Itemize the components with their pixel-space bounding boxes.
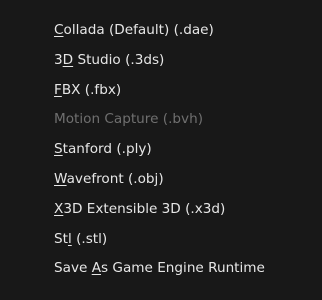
menu-item-motion-capture: Motion Capture (.bvh) — [0, 105, 322, 135]
export-submenu: Collada (Default) (.dae) 3D Studio (.3ds… — [0, 0, 322, 300]
menu-item-label: Stl (.stl) — [54, 230, 108, 247]
menu-item-label: Wavefront (.obj) — [54, 170, 164, 187]
menu-item-label: Stanford (.ply) — [54, 141, 152, 158]
menu-item-stanford[interactable]: Stanford (.ply) — [0, 135, 322, 165]
menu-item-3d-studio[interactable]: 3D Studio (.3ds) — [0, 46, 322, 76]
menu-item-label: X3D Extensible 3D (.x3d) — [54, 200, 226, 217]
menu-item-label: FBX (.fbx) — [54, 81, 122, 98]
menu-item-label: Collada (Default) (.dae) — [54, 22, 214, 38]
menu-item-label: 3D Studio (.3ds) — [54, 51, 165, 68]
menu-item-x3d[interactable]: X3D Extensible 3D (.x3d) — [0, 195, 322, 225]
menu-item-label: Motion Capture (.bvh) — [54, 111, 203, 128]
menu-item-label: Save As Game Engine Runtime — [54, 260, 265, 277]
menu-item-game-engine-runtime[interactable]: Save As Game Engine Runtime — [0, 254, 322, 284]
menu-item-wavefront[interactable]: Wavefront (.obj) — [0, 165, 322, 195]
menu-item-fbx[interactable]: FBX (.fbx) — [0, 76, 322, 106]
menu-item-stl[interactable]: Stl (.stl) — [0, 225, 322, 255]
menu-item-collada[interactable]: Collada (Default) (.dae) — [0, 16, 322, 46]
